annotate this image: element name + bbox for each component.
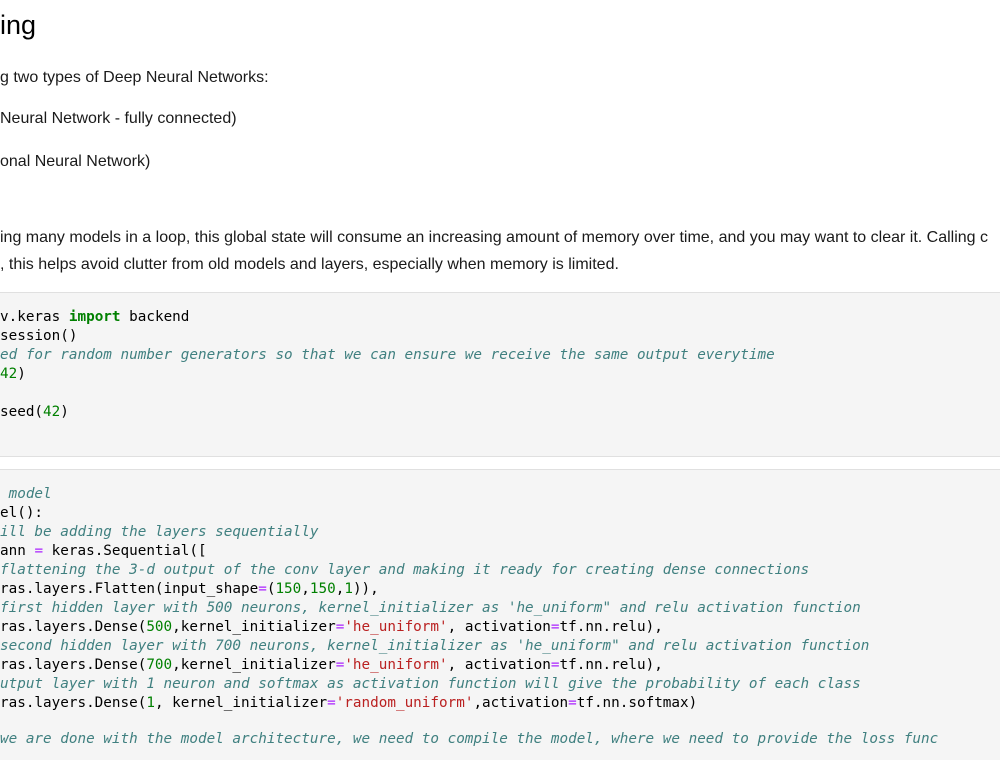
markdown-paragraph: Neural Network - fully connected) [0,110,237,127]
section-title: ing [0,10,37,40]
operator: = [258,581,267,597]
code-text: el(): [0,505,44,521]
number: 42 [43,404,61,420]
operator: = [550,619,560,635]
code-text: tf.nn.relu), [559,619,663,635]
number: 700 [146,657,173,673]
operator: = [34,543,44,559]
code-text: , [301,581,310,597]
code-cell-1[interactable]: v.keras import backend session() ed for … [0,292,1000,457]
number: 150 [275,581,302,597]
code-text: session() [0,328,78,344]
code-text: ras.layers.Dense( [0,657,147,673]
string-literal: 'he_uniform' [344,619,448,635]
code-editor[interactable]: model el(): ill be adding the layers seq… [0,485,869,713]
code-text: , activation [447,657,551,673]
code-text: ,activation [473,695,569,711]
string-literal: 'he_uniform' [344,657,448,673]
number: 150 [309,581,336,597]
code-text: ,kernel_initializer [172,657,336,673]
keyword: import [68,309,121,325]
operator: = [327,695,336,711]
code-text: tf.nn.relu), [559,657,663,673]
code-text: tf.nn.softmax) [576,695,698,711]
number: 42 [0,366,18,382]
code-text: ) [17,366,26,382]
code-cell-2[interactable]: model el(): ill be adding the layers seq… [0,469,1000,760]
markdown-paragraph: ing many models in a loop, this global s… [0,229,989,246]
markdown-paragraph: g two types of Deep Neural Networks: [0,69,269,86]
code-text: )), [352,581,379,597]
code-comment: model [0,486,52,502]
code-text: backend [120,309,190,325]
code-text: v.keras [0,309,69,325]
code-comment: utput layer with 1 neuron and softmax as… [0,676,861,692]
code-text: ,kernel_initializer [172,619,336,635]
number: 500 [146,619,173,635]
string-literal: 'random_uniform' [335,695,474,711]
code-comment: ill be adding the layers sequentially [0,524,319,540]
code-editor[interactable]: v.keras import backend session() ed for … [0,308,775,422]
code-comment: flattening the 3-d output of the conv la… [0,562,810,578]
code-text: ras.layers.Flatten(input_shape [0,581,259,597]
code-text: , kernel_initializer [154,695,328,711]
code-text: ) [60,404,69,420]
code-text: , activation [447,619,551,635]
code-text: ras.layers.Dense( [0,619,147,635]
operator: = [568,695,577,711]
code-text: ann [0,543,35,559]
number: 1 [146,695,155,711]
markdown-paragraph: , this helps avoid clutter from old mode… [0,256,619,273]
markdown-paragraph: onal Neural Network) [0,153,151,170]
code-text: ras.layers.Dense( [0,695,147,711]
operator: = [550,657,560,673]
code-comment: second hidden layer with 700 neurons, ke… [0,638,870,654]
code-comment-tail: we are done with the model architecture,… [0,731,939,747]
number: 1 [344,581,353,597]
code-text: keras.Sequential([ [43,543,207,559]
code-text: seed( [0,404,44,420]
code-comment: ed for random number generators so that … [0,347,775,363]
code-comment: first hidden layer with 500 neurons, ker… [0,600,861,616]
